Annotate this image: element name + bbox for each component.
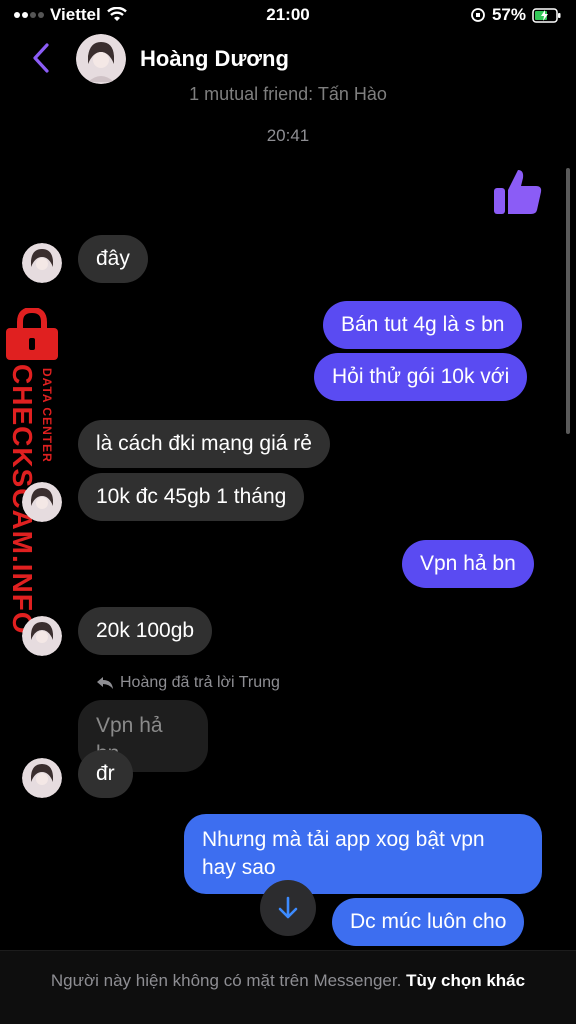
unavailable-footer: Người này hiện không có mặt trên Messeng…	[0, 950, 576, 1024]
sender-avatar[interactable]	[22, 243, 62, 283]
message-bubble-outgoing[interactable]: Bán tut 4g là s bn	[323, 301, 523, 349]
footer-notice: Người này hiện không có mặt trên Messeng…	[50, 971, 402, 990]
sender-avatar[interactable]	[22, 758, 62, 798]
contact-name[interactable]: Hoàng Dương	[140, 46, 289, 72]
conversation-header: Hoàng Dương	[0, 30, 576, 88]
message-bubble-incoming[interactable]: là cách đki mạng giá rẻ	[78, 420, 330, 468]
message-bubble-outgoing[interactable]: Vpn hả bn	[402, 540, 534, 588]
message-bubble-incoming[interactable]: đây	[78, 235, 148, 283]
status-right: 57%	[470, 5, 562, 25]
orientation-lock-icon	[471, 8, 485, 22]
thumbs-up-icon[interactable]	[492, 166, 544, 218]
battery-charging-icon	[532, 7, 561, 23]
message-bubble-outgoing[interactable]: Hỏi thử gói 10k với	[314, 353, 528, 401]
reply-label-text: Hoàng đã trả lời Trung	[120, 674, 280, 691]
arrow-down-icon	[278, 896, 298, 919]
message-timestamp: 20:41	[266, 126, 310, 145]
watermark: CHECKSCAM.INFO DATA CENTER	[2, 308, 64, 635]
reply-label: Hoàng đã trả lời Trung	[96, 674, 280, 692]
message-bubble-incoming[interactable]: đr	[78, 750, 133, 798]
footer-text: Người này hiện không có mặt trên Messeng…	[0, 951, 576, 993]
mutual-friends-text: 1 mutual friend: Tấn Hào	[189, 84, 387, 104]
message-bubble-outgoing[interactable]: Nhưng mà tải app xog bật vpn hay sao	[184, 814, 542, 894]
contact-avatar[interactable]	[76, 34, 126, 84]
padlock-icon	[6, 308, 58, 360]
reply-arrow-icon	[97, 677, 113, 689]
battery-percent: 57%	[491, 5, 526, 24]
more-options-link[interactable]: Tùy chọn khác	[406, 971, 525, 990]
status-bar: Viettel 21:00 57%	[0, 0, 576, 30]
watermark-sub: DATA CENTER	[40, 368, 54, 463]
sender-avatar[interactable]	[22, 482, 62, 522]
message-bubble-incoming[interactable]: 20k 100gb	[78, 607, 213, 655]
scrollbar[interactable]	[566, 168, 570, 434]
scroll-to-bottom-button[interactable]	[260, 880, 316, 936]
message-bubble-outgoing[interactable]: Dc múc luôn cho	[332, 898, 525, 946]
back-chevron-icon[interactable]	[30, 42, 52, 74]
sender-avatar[interactable]	[22, 616, 62, 656]
message-bubble-incoming[interactable]: 10k đc 45gb 1 tháng	[78, 473, 305, 521]
